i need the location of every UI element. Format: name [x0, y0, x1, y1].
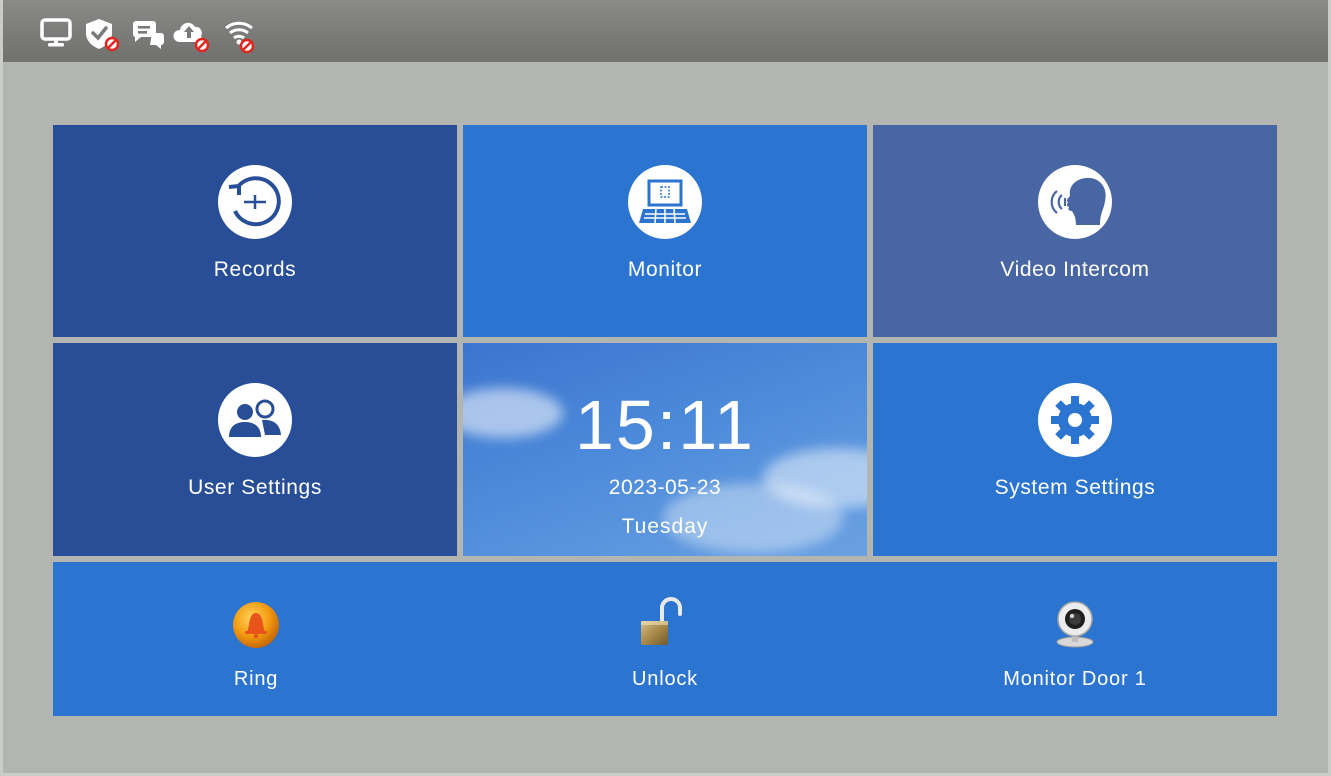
user-settings-label: User Settings — [188, 476, 322, 499]
clock-day: Tuesday — [621, 515, 709, 538]
quick-action-bar: Ring Unlock Monitor Door 1 — [53, 562, 1277, 716]
monitor-door-1-button[interactable]: Monitor Door 1 — [925, 562, 1225, 716]
open-padlock-icon — [639, 597, 691, 650]
user-settings-tile[interactable]: User Settings — [53, 343, 457, 556]
records-label: Records — [213, 258, 297, 281]
monitor-label: Monitor — [627, 258, 703, 281]
ring-button[interactable]: Ring — [106, 562, 406, 716]
status-bar — [3, 0, 1328, 62]
clock-date: 2023-05-23 — [608, 476, 722, 499]
ring-label: Ring — [233, 668, 279, 690]
webcam-icon — [1049, 598, 1101, 650]
system-settings-tile[interactable]: System Settings — [873, 343, 1277, 556]
records-tile[interactable]: Records — [53, 125, 457, 337]
users-icon — [218, 383, 292, 457]
shield-disabled-icon — [83, 16, 120, 52]
video-intercom-label: Video Intercom — [1000, 258, 1150, 281]
system-settings-label: System Settings — [994, 476, 1156, 499]
monitor-door-1-label: Monitor Door 1 — [1003, 668, 1147, 690]
clock-time: 15:11 — [575, 386, 755, 464]
wifi-disabled-icon — [223, 16, 257, 54]
cloud-upload-disabled-icon — [173, 16, 210, 53]
video-intercom-tile[interactable]: Video Intercom — [873, 125, 1277, 337]
monitor-keyboard-icon — [628, 165, 702, 239]
speaking-head-icon — [1038, 165, 1112, 239]
records-history-icon — [218, 165, 292, 239]
chat-disabled-icon — [130, 16, 164, 50]
bell-icon — [230, 598, 282, 650]
monitor-icon — [39, 16, 73, 50]
gear-icon — [1038, 383, 1112, 457]
unlock-label: Unlock — [632, 668, 698, 690]
clock-widget: 15:11 2023-05-23 Tuesday — [463, 343, 867, 556]
unlock-button[interactable]: Unlock — [515, 562, 815, 716]
monitor-tile[interactable]: Monitor — [463, 125, 867, 337]
